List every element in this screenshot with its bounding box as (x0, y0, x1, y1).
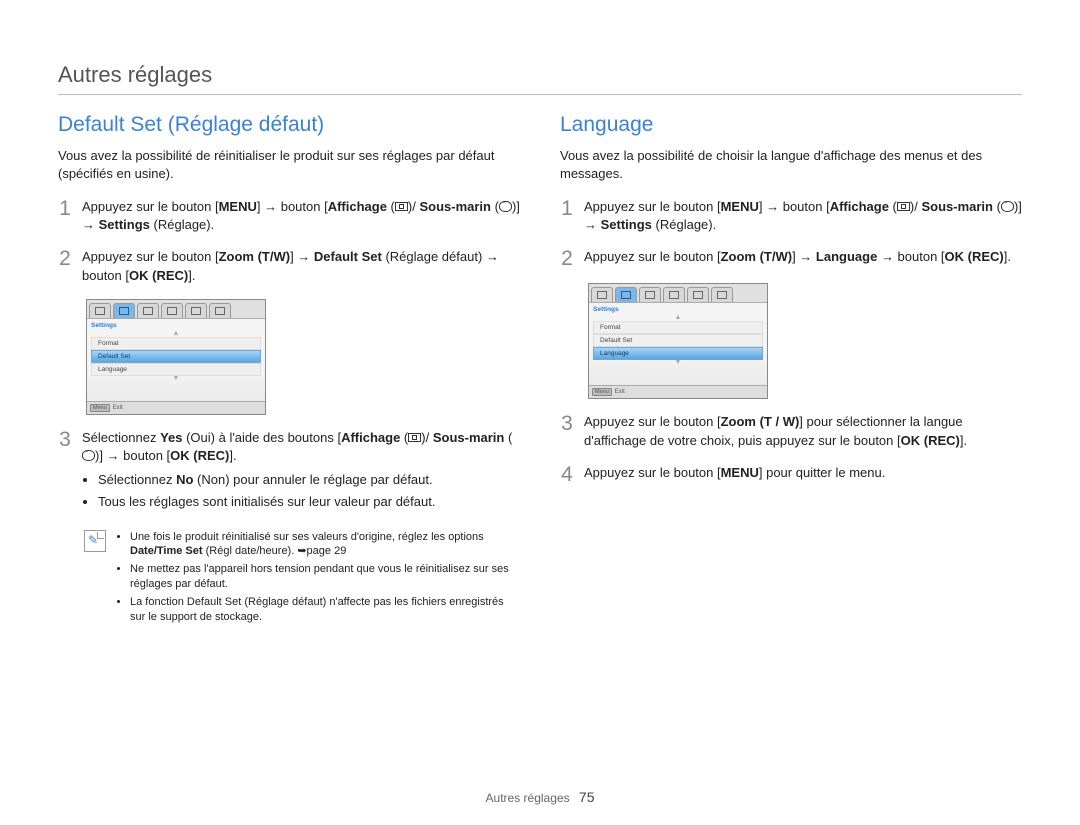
scroll-down-icon: ▼ (87, 376, 265, 382)
intro-text: Vous avez la possibilité de choisir la l… (560, 147, 1022, 182)
intro-text: Vous avez la possibilité de réinitialise… (58, 147, 520, 182)
step-4: 4 Appuyez sur le bouton [MENU] pour quit… (560, 464, 1022, 485)
scroll-down-icon: ▼ (589, 360, 767, 366)
underwater-icon (1001, 201, 1014, 212)
exit-label: Exit (615, 389, 625, 395)
menu-tab-active (615, 287, 637, 302)
menu-tab (663, 287, 685, 302)
step-number: 3 (560, 413, 574, 449)
menu-item-language: Language (91, 363, 261, 376)
note-item: Une fois le produit réinitialisé sur ses… (130, 530, 520, 560)
menu-tab (711, 287, 733, 302)
menu-item-default-set-selected: Default Set (91, 350, 261, 363)
underwater-icon (499, 201, 512, 212)
footer-label: Autres réglages (486, 791, 570, 805)
menu-tab (137, 303, 159, 318)
display-icon (408, 433, 421, 442)
page-title: Autres réglages (58, 62, 1022, 88)
bullet: Tous les réglages sont initialisés sur l… (98, 493, 520, 511)
display-icon (395, 202, 408, 211)
camera-menu-screenshot-default-set: Settings ▲ Format Default Set Language ▼… (86, 299, 266, 415)
step-body: Appuyez sur le bouton [MENU] → bouton [A… (584, 198, 1022, 234)
step-3: 3 Sélectionnez Yes (Oui) à l'aide des bo… (58, 429, 520, 516)
step-number: 2 (560, 248, 574, 269)
step-body: Appuyez sur le bouton [Zoom (T/W)] → Lan… (584, 248, 1011, 269)
menu-soft-button: Menu (592, 388, 612, 396)
menu-tab (89, 303, 111, 318)
step-3: 3 Appuyez sur le bouton [Zoom (T / W)] p… (560, 413, 1022, 449)
menu-item-format: Format (593, 321, 763, 334)
menu-tab (591, 287, 613, 302)
note-icon (84, 530, 106, 552)
display-icon (897, 202, 910, 211)
step-number: 4 (560, 464, 574, 485)
note-item: Ne mettez pas l'appareil hors tension pe… (130, 562, 520, 592)
left-column: Default Set (Réglage défaut) Vous avez l… (58, 113, 520, 628)
exit-label: Exit (113, 405, 123, 411)
camera-menu-screenshot-language: Settings ▲ Format Default Set Language ▼… (588, 283, 768, 399)
step-body: Appuyez sur le bouton [Zoom (T/W)] → Def… (82, 248, 520, 284)
menu-tab (161, 303, 183, 318)
menu-tab (639, 287, 661, 302)
step-1: 1 Appuyez sur le bouton [MENU] → bouton … (560, 198, 1022, 234)
step-1: 1 Appuyez sur le bouton [MENU] → bouton … (58, 198, 520, 234)
note-item: La fonction Default Set (Réglage défaut)… (130, 595, 520, 625)
step-number: 2 (58, 248, 72, 284)
step-body: Appuyez sur le bouton [Zoom (T / W)] pou… (584, 413, 1022, 449)
step-body: Appuyez sur le bouton [MENU] pour quitte… (584, 464, 885, 485)
page-footer: Autres réglages 75 (0, 789, 1080, 805)
step-2: 2 Appuyez sur le bouton [Zoom (T/W)] → D… (58, 248, 520, 284)
menu-item-format: Format (91, 337, 261, 350)
step-number: 1 (560, 198, 574, 234)
bullet: Sélectionnez No (Non) pour annuler le ré… (98, 471, 520, 489)
section-heading-default-set: Default Set (Réglage défaut) (58, 113, 520, 137)
right-column: Language Vous avez la possibilité de cho… (560, 113, 1022, 628)
note-box: Une fois le produit réinitialisé sur ses… (84, 530, 520, 628)
menu-soft-button: Menu (90, 404, 110, 412)
title-rule (58, 94, 1022, 95)
step-number: 3 (58, 429, 72, 516)
menu-tab (185, 303, 207, 318)
step-2: 2 Appuyez sur le bouton [Zoom (T/W)] → L… (560, 248, 1022, 269)
menu-tab-active (113, 303, 135, 318)
step-body: Appuyez sur le bouton [MENU] → bouton [A… (82, 198, 520, 234)
menu-tab (687, 287, 709, 302)
section-heading-language: Language (560, 113, 1022, 137)
underwater-icon (82, 450, 95, 461)
menu-item-default-set: Default Set (593, 334, 763, 347)
page-number: 75 (579, 789, 595, 805)
step-body: Sélectionnez Yes (Oui) à l'aide des bout… (82, 429, 520, 516)
menu-tab (209, 303, 231, 318)
step-number: 1 (58, 198, 72, 234)
